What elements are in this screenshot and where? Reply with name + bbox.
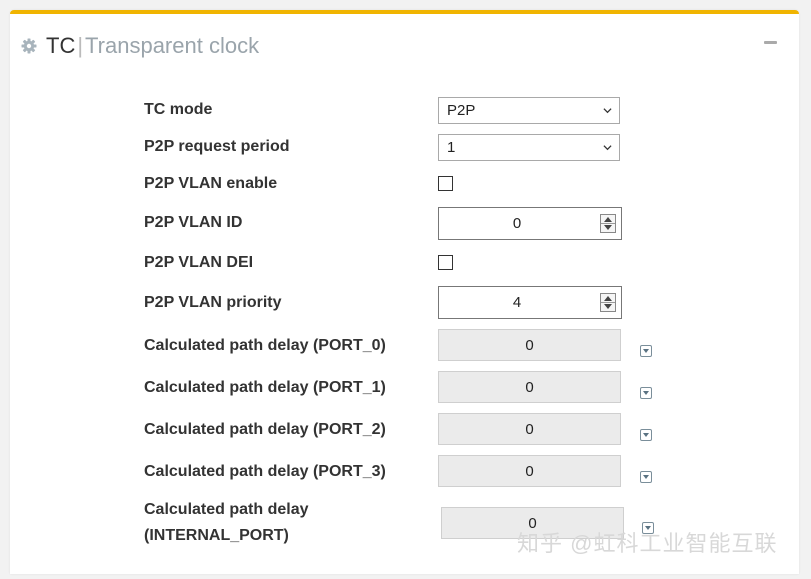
p2p-request-period-label: P2P request period bbox=[144, 138, 290, 155]
delay-port-1-label: Calculated path delay (PORT_1) bbox=[144, 379, 386, 396]
gear-icon bbox=[21, 38, 37, 54]
delay-port-2-field: 0 bbox=[438, 413, 621, 445]
spinner-arrows-icon[interactable] bbox=[600, 293, 616, 312]
watermark: 知乎 @虹科工业智能互联 bbox=[517, 531, 778, 556]
delay-port-2-value: 0 bbox=[525, 421, 534, 438]
delay-port-0-value: 0 bbox=[525, 337, 534, 354]
panel-header: TC|Transparent clock bbox=[10, 14, 799, 76]
tc-mode-value: P2P bbox=[447, 102, 476, 119]
delay-port-2-label: Calculated path delay (PORT_2) bbox=[144, 421, 386, 438]
spinner-arrows-icon[interactable] bbox=[600, 214, 616, 233]
p2p-vlan-priority-input[interactable]: 4 bbox=[438, 286, 622, 319]
title-full: Transparent clock bbox=[85, 33, 260, 58]
p2p-vlan-dei-label: P2P VLAN DEI bbox=[144, 254, 254, 271]
dropdown-square-icon[interactable] bbox=[640, 345, 652, 357]
title-separator: | bbox=[77, 33, 84, 58]
delay-port-3-label: Calculated path delay (PORT_3) bbox=[144, 463, 386, 480]
p2p-vlan-priority-label: P2P VLAN priority bbox=[144, 294, 282, 311]
chevron-down-icon bbox=[603, 108, 612, 114]
tc-mode-select[interactable]: P2P bbox=[438, 97, 620, 124]
collapse-button[interactable] bbox=[764, 41, 777, 44]
tc-mode-label: TC mode bbox=[144, 101, 213, 118]
p2p-request-period-select[interactable]: 1 bbox=[438, 134, 620, 161]
delay-port-0-label: Calculated path delay (PORT_0) bbox=[144, 337, 386, 354]
p2p-vlan-priority-value: 4 bbox=[512, 294, 522, 311]
delay-port-1-value: 0 bbox=[525, 379, 534, 396]
p2p-vlan-id-label: P2P VLAN ID bbox=[144, 214, 243, 231]
p2p-vlan-id-input[interactable]: 0 bbox=[438, 207, 622, 240]
dropdown-square-icon[interactable] bbox=[640, 429, 652, 441]
chevron-down-icon bbox=[603, 145, 612, 151]
p2p-vlan-dei-checkbox[interactable] bbox=[438, 255, 453, 270]
transparent-clock-panel: TC|Transparent clock TC mode P2P P2P req… bbox=[10, 10, 799, 574]
panel-title: TC|Transparent clock bbox=[46, 31, 259, 61]
delay-port-3-value: 0 bbox=[525, 463, 534, 480]
dropdown-square-icon[interactable] bbox=[640, 471, 652, 483]
p2p-vlan-id-value: 0 bbox=[512, 215, 522, 232]
p2p-vlan-enable-checkbox[interactable] bbox=[438, 176, 453, 191]
p2p-vlan-enable-label: P2P VLAN enable bbox=[144, 175, 278, 192]
title-abbr: TC bbox=[46, 33, 76, 58]
delay-port-0-field: 0 bbox=[438, 329, 621, 361]
delay-internal-label-line2: (INTERNAL_PORT) bbox=[144, 527, 289, 544]
dropdown-square-icon[interactable] bbox=[640, 387, 652, 399]
delay-internal-label-line1: Calculated path delay bbox=[144, 501, 309, 518]
delay-port-3-field: 0 bbox=[438, 455, 621, 487]
delay-port-1-field: 0 bbox=[438, 371, 621, 403]
p2p-request-period-value: 1 bbox=[447, 139, 456, 156]
